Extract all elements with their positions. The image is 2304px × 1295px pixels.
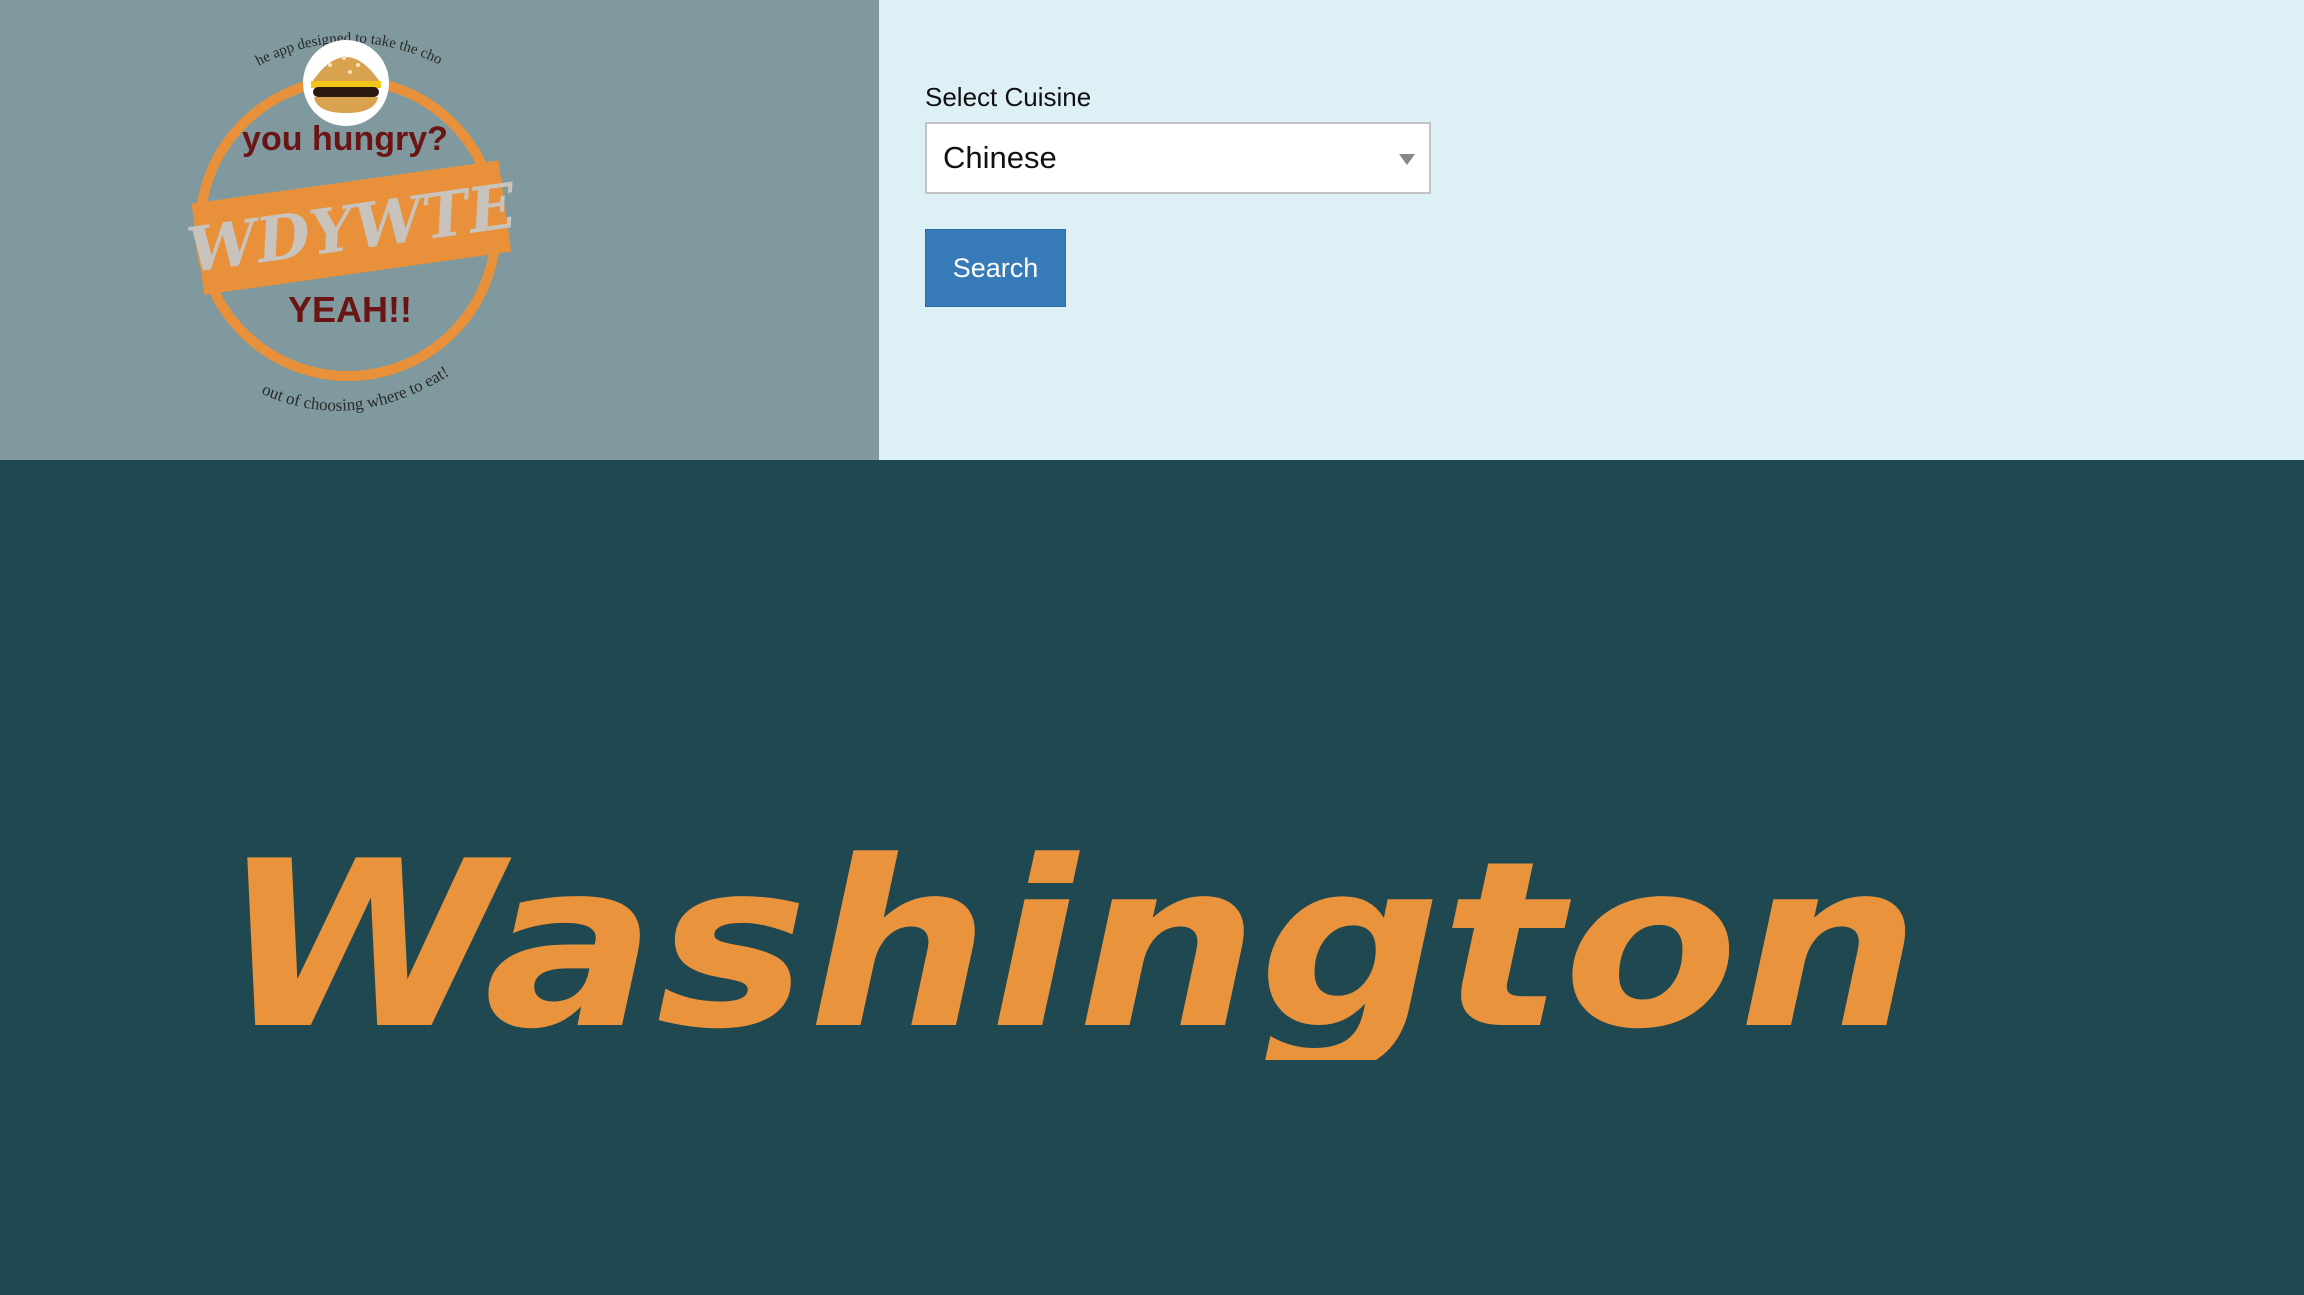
hero-section: Washington	[0, 460, 2304, 1295]
cuisine-select-value: Chinese	[943, 140, 1057, 175]
city-name-graphic: Washington	[220, 813, 1920, 1060]
cuisine-select[interactable]: Chinese	[925, 122, 1431, 194]
chevron-down-icon	[1399, 154, 1415, 165]
search-button[interactable]: Search	[925, 229, 1066, 307]
logo-band: WDYWTE	[183, 160, 520, 295]
logo-bottom-text: out of choosing where to eat!	[259, 362, 452, 415]
search-form-panel: Select Cuisine Chinese Search	[879, 0, 2304, 460]
cuisine-label: Select Cuisine	[925, 82, 1092, 112]
logo-line2: YEAH!!	[288, 289, 412, 330]
logo-panel: The app designed to take the chore you h…	[0, 0, 879, 460]
city-name: Washington	[220, 813, 1920, 1060]
burger-icon	[303, 40, 389, 126]
header-section: The app designed to take the chore you h…	[0, 0, 2304, 460]
logo: The app designed to take the chore you h…	[180, 10, 520, 415]
